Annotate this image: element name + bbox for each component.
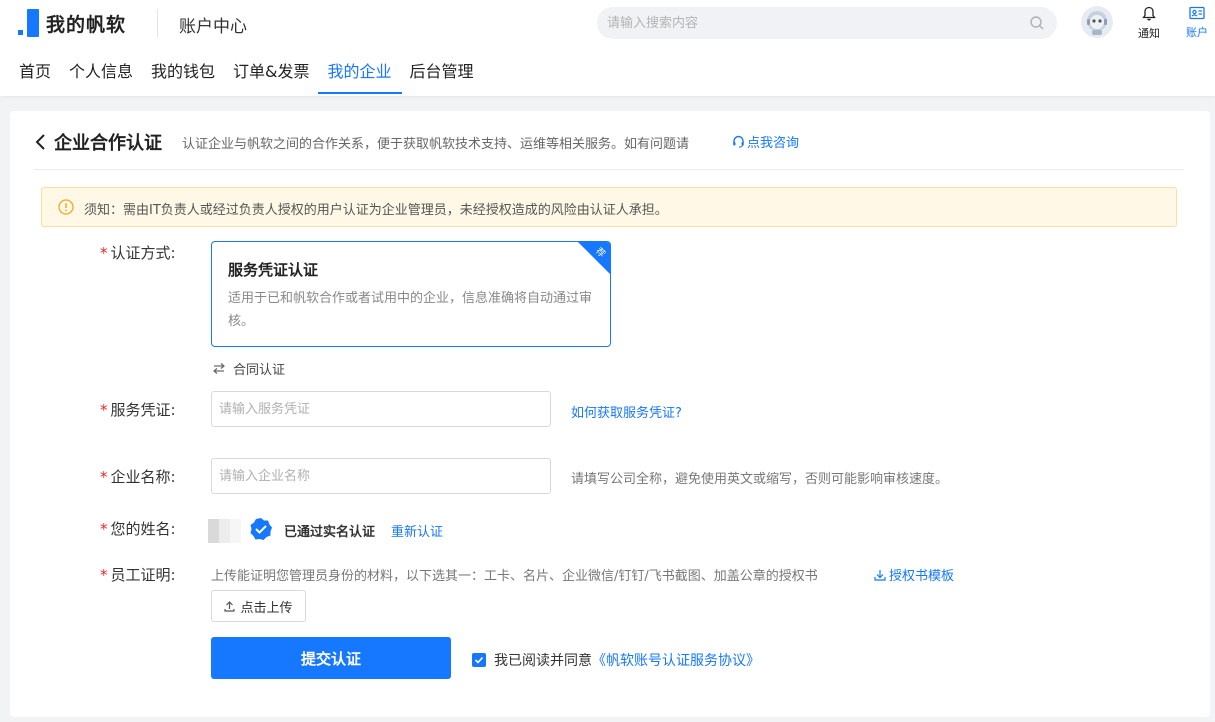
logo-mark-icon xyxy=(18,9,40,37)
authorization-template-label: 授权书模板 xyxy=(889,569,955,584)
agreement-link[interactable]: 《帆软账号认证服务协议》 xyxy=(592,650,760,670)
page-title: 企业合作认证 xyxy=(54,133,162,154)
switch-to-contract-button[interactable]: 合同认证 xyxy=(213,359,285,378)
notice-text: 须知：需由IT负责人或经过负责人授权的用户认证为企业管理员，未经授权造成的风险由… xyxy=(84,203,668,218)
method-card-title: 服务凭证认证 xyxy=(228,261,319,279)
certification-card: 企业合作认证 认证企业与帆软之间的合作关系，便于获取帆软技术支持、运维等相关服务… xyxy=(10,111,1210,717)
download-icon xyxy=(874,569,886,581)
nav-item-profile[interactable]: 个人信息 xyxy=(69,52,133,96)
upload-button[interactable]: 点击上传 xyxy=(211,590,306,622)
submit-certification-button[interactable]: 提交认证 xyxy=(211,637,451,679)
agreement: 我已阅读并同意 《帆软账号认证服务协议》 xyxy=(472,650,760,670)
notification-button[interactable]: 通知 xyxy=(1134,6,1164,41)
verified-badge-icon xyxy=(250,518,272,540)
nav-item-orders-invoices[interactable]: 订单&发票 xyxy=(233,52,309,96)
checkmark-icon xyxy=(474,656,484,664)
notification-label: 通知 xyxy=(1138,27,1160,40)
method-card-description: 适用于已和帆软合作或者试用中的企业，信息准确将自动通过审核。 xyxy=(228,291,593,329)
nav-item-my-enterprise[interactable]: 我的企业 xyxy=(317,52,402,96)
logo[interactable]: 我的帆软 xyxy=(18,8,126,38)
service-credential-input[interactable] xyxy=(211,391,551,427)
site-title: 账户中心 xyxy=(179,17,247,37)
header-divider xyxy=(157,9,158,37)
method-card-service-credential[interactable]: 服务凭证认证 适用于已和帆软合作或者试用中的企业，信息准确将自动通过审核。 荐 xyxy=(211,241,611,347)
employee-proof-hint: 上传能证明您管理员身份的材料，以下选其一：工卡、名片、企业微信/钉钉/飞书截图、… xyxy=(211,569,818,584)
search-input[interactable] xyxy=(607,7,1017,39)
swap-icon xyxy=(213,363,225,374)
notice-banner: 须知：需由IT负责人或经过负责人授权的用户认证为企业管理员，未经授权造成的风险由… xyxy=(41,187,1177,227)
how-to-get-credential-link[interactable]: 如何获取服务凭证? xyxy=(571,402,682,421)
bell-icon xyxy=(1142,6,1156,21)
masked-name xyxy=(208,519,242,543)
nav-item-wallet[interactable]: 我的钱包 xyxy=(151,52,215,96)
agree-checkbox[interactable] xyxy=(472,653,486,667)
switch-method-label: 合同认证 xyxy=(233,363,286,378)
employee-proof-label: * 员工证明: xyxy=(100,566,176,584)
consult-link-label: 点我咨询 xyxy=(747,136,800,151)
robot-avatar-icon xyxy=(1087,11,1107,35)
company-name-label: * 企业名称: xyxy=(100,468,176,486)
nav-item-home[interactable]: 首页 xyxy=(19,52,51,96)
page-description: 认证企业与帆软之间的合作关系，便于获取帆软技术支持、运维等相关服务。如有问题请 xyxy=(182,137,690,152)
nav-item-admin[interactable]: 后台管理 xyxy=(410,52,474,96)
back-arrow-icon[interactable] xyxy=(34,133,48,151)
method-label: * 认证方式: xyxy=(100,244,176,262)
id-card-icon xyxy=(1189,6,1205,20)
company-name-input[interactable] xyxy=(211,458,551,494)
main-nav: 首页 个人信息 我的钱包 订单&发票 我的企业 后台管理 xyxy=(0,52,474,96)
company-name-hint: 请填写公司全称，避免使用英文或缩写，否则可能影响审核速度。 xyxy=(571,472,949,487)
page-header: 企业合作认证 认证企业与帆软之间的合作关系，便于获取帆软技术支持、运维等相关服务… xyxy=(34,128,1184,170)
upload-icon xyxy=(224,600,236,612)
verified-status: 已通过实名认证 xyxy=(284,525,376,540)
top-header: 我的帆软 账户中心 通知 xyxy=(0,0,1215,96)
credential-label: * 服务凭证: xyxy=(100,401,176,419)
upload-button-label: 点击上传 xyxy=(240,600,293,616)
avatar[interactable] xyxy=(1081,6,1113,38)
authorization-template-link[interactable]: 授权书模板 xyxy=(874,565,954,584)
your-name-label: * 您的姓名: xyxy=(100,520,176,538)
search-icon[interactable] xyxy=(1029,15,1045,31)
logo-text: 我的帆软 xyxy=(46,13,127,36)
required-mark: * xyxy=(100,244,108,262)
account-button[interactable]: 账户 xyxy=(1182,6,1212,40)
recommended-corner-icon: 荐 xyxy=(578,242,610,274)
consult-link[interactable]: 点我咨询 xyxy=(732,132,799,151)
warning-icon xyxy=(58,199,74,215)
headset-icon xyxy=(733,135,744,148)
reverify-link[interactable]: 重新认证 xyxy=(391,521,443,540)
search-box xyxy=(597,7,1057,39)
agree-text: 我已阅读并同意 xyxy=(494,653,592,669)
account-label: 账户 xyxy=(1186,26,1208,39)
